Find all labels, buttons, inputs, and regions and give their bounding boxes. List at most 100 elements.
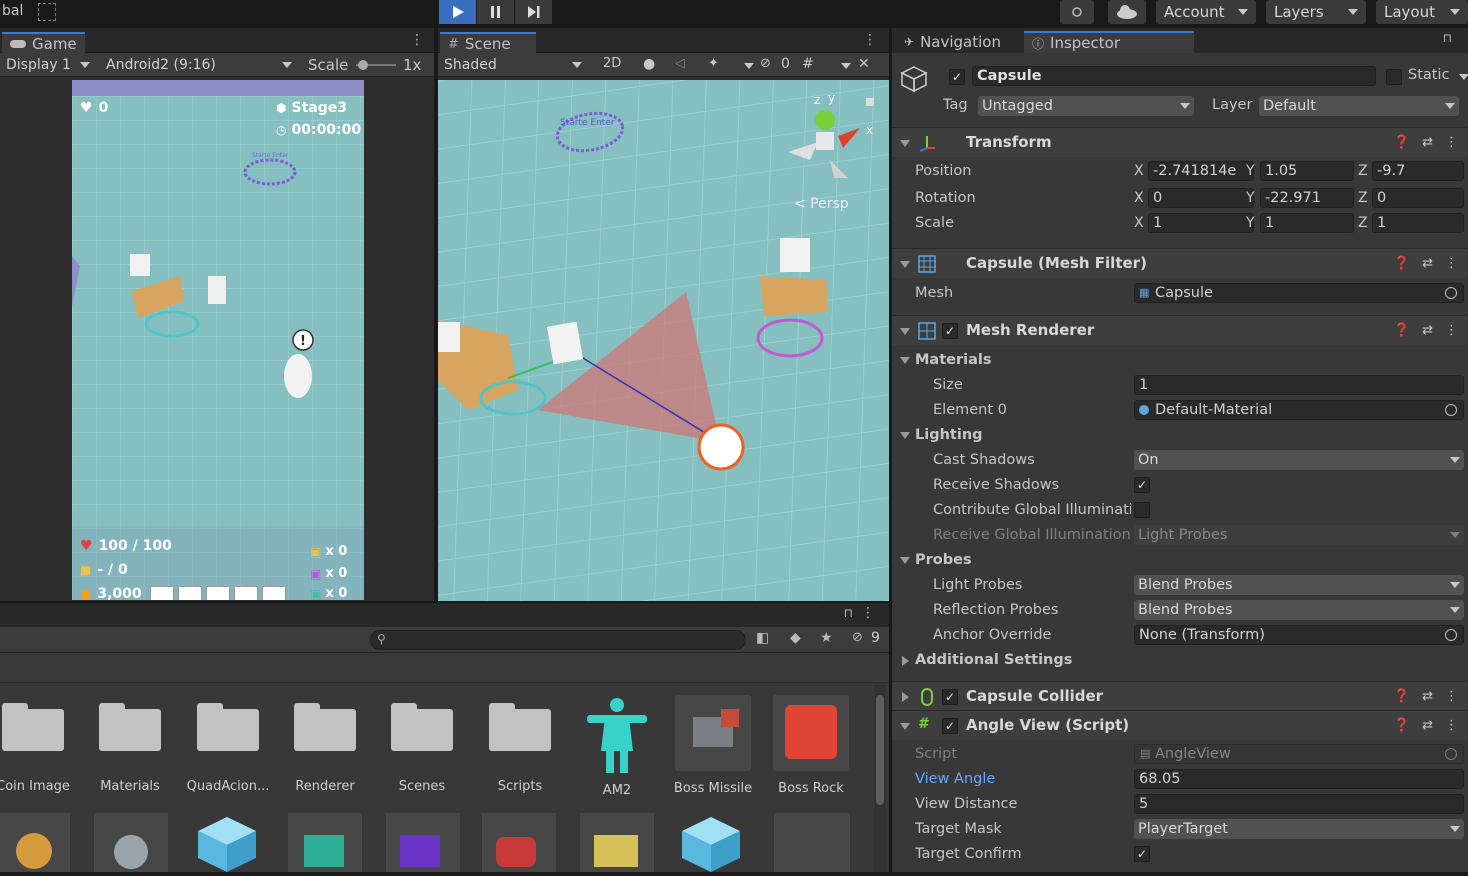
additional-settings-foldout[interactable]: Additional Settings: [892, 648, 1468, 673]
kebab-menu-icon[interactable]: ⋮: [1445, 323, 1458, 338]
foldout-open-icon[interactable]: [900, 357, 910, 364]
mesh-renderer-header[interactable]: ✓ Mesh Renderer ❓ ⇄ ⋮: [892, 315, 1468, 345]
foldout-open-icon[interactable]: [900, 432, 910, 439]
asset-thumbnail[interactable]: [288, 813, 362, 872]
grid-icon[interactable]: #: [802, 56, 814, 72]
scrollbar-thumb[interactable]: [876, 695, 884, 805]
play-button[interactable]: [439, 0, 477, 24]
favorite-star-icon[interactable]: ★: [820, 630, 833, 646]
mesh-object-field[interactable]: ▦ Capsule: [1134, 283, 1464, 303]
mesh-renderer-enabled-checkbox[interactable]: ✓: [942, 323, 958, 339]
kebab-menu-icon[interactable]: ⋮: [1445, 718, 1458, 733]
inventory-slot[interactable]: [262, 586, 286, 600]
receive-shadows-checkbox[interactable]: ✓: [1134, 477, 1150, 493]
object-picker-icon[interactable]: [1445, 629, 1457, 641]
asset-prefab[interactable]: Boss Missile: [668, 695, 758, 796]
cloud-button[interactable]: [1108, 0, 1146, 24]
active-checkbox[interactable]: ✓: [949, 69, 965, 85]
shading-dropdown[interactable]: Shaded: [438, 55, 588, 75]
filter-label-icon[interactable]: ◆: [790, 630, 801, 646]
cast-shadows-dropdown[interactable]: On: [1134, 450, 1464, 470]
capsule-collider-header[interactable]: ✓ Capsule Collider ❓ ⇄ ⋮: [892, 681, 1468, 711]
inventory-slot[interactable]: [234, 586, 258, 600]
asset-folder[interactable]: Scenes: [377, 701, 467, 794]
foldout-open-icon[interactable]: [900, 261, 910, 268]
help-icon[interactable]: ❓: [1394, 135, 1410, 150]
lock-icon[interactable]: ⊓: [844, 606, 853, 620]
asset-thumbnail[interactable]: [0, 813, 70, 872]
search-input[interactable]: ⚲: [370, 630, 746, 650]
kebab-menu-icon[interactable]: ⋮: [863, 32, 877, 48]
angle-view-header[interactable]: # ✓ Angle View (Script) ❓ ⇄ ⋮: [892, 710, 1468, 740]
lighting-foldout[interactable]: Lighting: [892, 423, 1468, 448]
asset-thumbnail[interactable]: [192, 813, 262, 872]
tab-scene[interactable]: # Scene: [440, 32, 536, 54]
asset-thumbnail[interactable]: [482, 813, 556, 872]
game-viewport[interactable]: ! Starte Enter ♥ 0 ⬢ Stage3 ◷ 00:00:00 ♥…: [72, 80, 364, 600]
foldout-open-icon[interactable]: [900, 140, 910, 147]
tab-game[interactable]: Game: [2, 32, 85, 54]
presets-icon[interactable]: ⇄: [1422, 718, 1433, 733]
object-picker-icon[interactable]: [1445, 404, 1457, 416]
mode-2d-toggle[interactable]: 2D: [603, 56, 621, 71]
materials-foldout[interactable]: Materials: [892, 348, 1468, 373]
asset-folder[interactable]: Renderer: [280, 701, 370, 794]
angle-view-enabled-checkbox[interactable]: ✓: [942, 718, 958, 734]
tag-dropdown[interactable]: Untagged: [978, 96, 1194, 116]
display-dropdown[interactable]: Display 1: [0, 55, 96, 75]
pause-button[interactable]: [477, 0, 515, 24]
anchor-override-field[interactable]: None (Transform): [1134, 625, 1464, 645]
foldout-open-icon[interactable]: [900, 328, 910, 335]
rotation-y-field[interactable]: -22.971: [1260, 188, 1354, 208]
view-distance-field[interactable]: 5: [1134, 794, 1464, 814]
scale-y-field[interactable]: 1: [1260, 213, 1354, 233]
tools-icon[interactable]: ✕: [858, 56, 870, 72]
probes-foldout[interactable]: Probes: [892, 548, 1468, 573]
presets-icon[interactable]: ⇄: [1422, 689, 1433, 704]
resolution-dropdown[interactable]: Android2 (9:16): [100, 55, 298, 75]
layer-dropdown[interactable]: Default: [1259, 96, 1459, 116]
asset-prefab[interactable]: Boss Rock: [766, 695, 856, 796]
inventory-slot[interactable]: [206, 586, 230, 600]
capsule-collider-enabled-checkbox[interactable]: ✓: [942, 689, 958, 705]
lock-icon[interactable]: ⊓: [1443, 31, 1452, 45]
presets-icon[interactable]: ⇄: [1422, 256, 1433, 271]
static-checkbox[interactable]: [1386, 69, 1402, 85]
asset-folder[interactable]: Materials: [85, 701, 175, 794]
presets-icon[interactable]: ⇄: [1422, 135, 1433, 150]
asset-folder[interactable]: Coin Image: [0, 701, 78, 794]
foldout-closed-icon[interactable]: [902, 656, 909, 666]
inventory-slot[interactable]: [150, 586, 174, 600]
size-field[interactable]: 1: [1134, 375, 1464, 395]
position-z-field[interactable]: -9.7: [1372, 161, 1464, 181]
layers-dropdown[interactable]: Layers: [1266, 0, 1366, 24]
mesh-filter-header[interactable]: Capsule (Mesh Filter) ❓ ⇄ ⋮: [892, 248, 1468, 278]
foldout-open-icon[interactable]: [900, 557, 910, 564]
step-button[interactable]: [515, 0, 553, 24]
kebab-menu-icon[interactable]: ⋮: [1445, 689, 1458, 704]
help-icon[interactable]: ❓: [1394, 256, 1410, 271]
scale-x-field[interactable]: 1: [1148, 213, 1254, 233]
kebab-menu-icon[interactable]: ⋮: [861, 605, 875, 621]
foldout-open-icon[interactable]: [900, 723, 910, 730]
kebab-menu-icon[interactable]: ⋮: [1445, 135, 1458, 150]
object-picker-icon[interactable]: [1445, 287, 1457, 299]
kebab-menu-icon[interactable]: ⋮: [1445, 256, 1458, 271]
element0-object-field[interactable]: Default-Material: [1134, 400, 1464, 420]
grid-snap-icon[interactable]: [38, 3, 56, 21]
contribute-gi-checkbox[interactable]: [1134, 502, 1150, 518]
asset-thumbnail[interactable]: [774, 813, 850, 872]
rotation-z-field[interactable]: 0: [1372, 188, 1464, 208]
target-mask-dropdown[interactable]: PlayerTarget: [1134, 819, 1464, 839]
account-dropdown[interactable]: Account: [1156, 0, 1256, 24]
position-y-field[interactable]: 1.05: [1260, 161, 1354, 181]
project-scrollbar[interactable]: [874, 685, 886, 872]
lightbulb-icon[interactable]: ●: [643, 56, 655, 72]
scale-z-field[interactable]: 1: [1372, 213, 1464, 233]
tab-inspector[interactable]: ⓘ Inspector: [1024, 31, 1194, 53]
position-x-field[interactable]: -2.741814e: [1148, 161, 1254, 181]
help-icon[interactable]: ❓: [1394, 323, 1410, 338]
asset-thumbnail[interactable]: [580, 813, 654, 872]
layout-dropdown[interactable]: Layout: [1376, 0, 1468, 24]
hidden-eye-icon[interactable]: ⊘: [760, 56, 771, 71]
